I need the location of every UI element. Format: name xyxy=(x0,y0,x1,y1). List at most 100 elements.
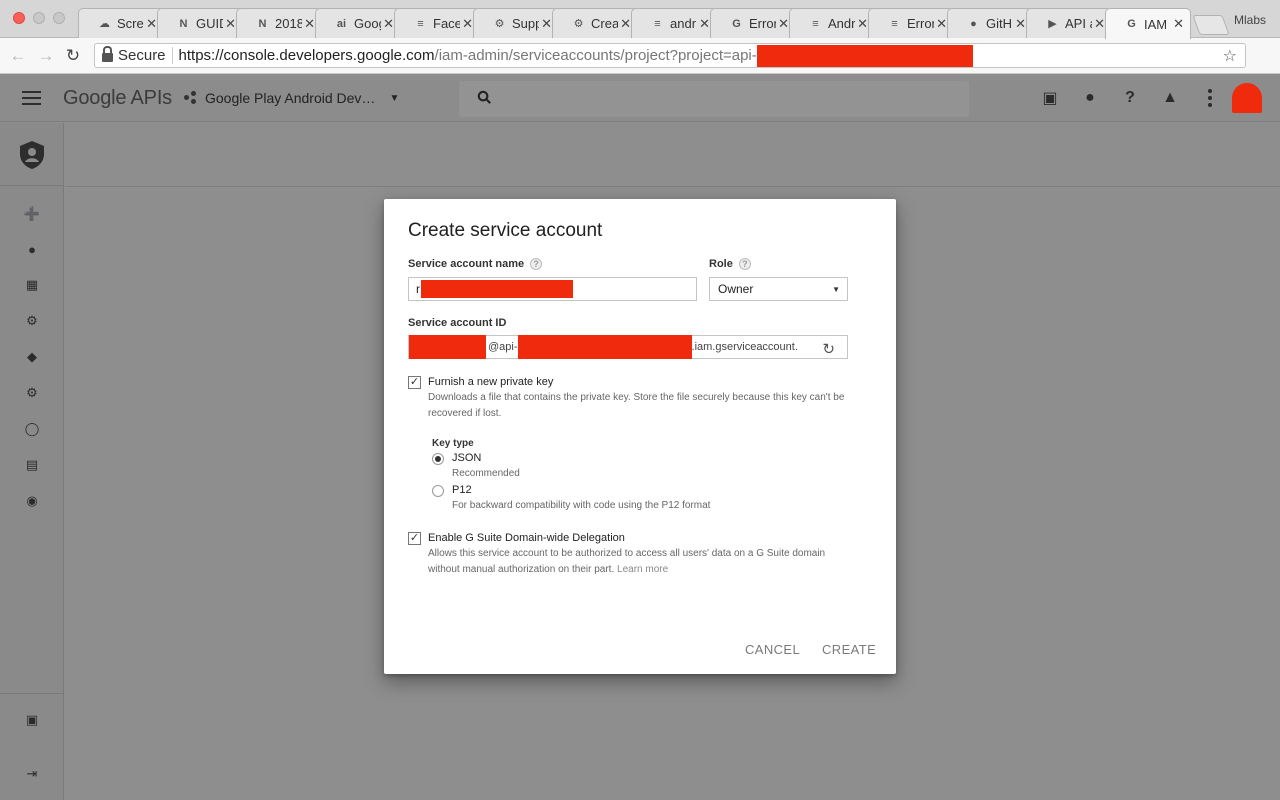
window-minimize-button[interactable] xyxy=(33,12,45,24)
service-account-name-field[interactable]: r xyxy=(408,277,697,301)
groups-icon[interactable]: ◉ xyxy=(22,493,42,509)
folder-settings-icon[interactable]: ▣ xyxy=(22,712,42,728)
create-button[interactable]: CREATE xyxy=(822,642,876,657)
reload-icon[interactable]: ↻ xyxy=(63,46,83,66)
private-key-label[interactable]: Furnish a new private key xyxy=(428,376,553,388)
browser-tab[interactable]: ☁ Scre ✕ xyxy=(78,8,164,38)
avatar[interactable] xyxy=(1232,83,1262,113)
browser-tab[interactable]: ≡ Face ✕ xyxy=(394,8,480,38)
p12-option-label[interactable]: P12 xyxy=(452,484,472,496)
private-key-description: Downloads a file that contains the priva… xyxy=(428,392,845,419)
tab-title: Error xyxy=(907,16,935,31)
ai-icon: ai xyxy=(336,17,347,30)
service-account-key-icon[interactable]: ⚙ xyxy=(22,313,42,329)
document-icon[interactable]: ▦ xyxy=(22,277,42,293)
security-shield-icon[interactable]: ◯ xyxy=(22,421,42,437)
add-person-icon[interactable]: ➕ xyxy=(22,206,42,222)
help-circle-icon[interactable]: ? xyxy=(738,258,751,270)
app-header: Google APIs Google Play Android Dev… ▼ ▣… xyxy=(0,75,1280,122)
secure-label: Secure xyxy=(118,47,166,64)
help-circle-icon[interactable]: ? xyxy=(530,258,543,270)
android-icon: ⚙ xyxy=(573,18,584,30)
browser-tab[interactable]: ≡ Andr ✕ xyxy=(789,8,875,38)
gift-icon[interactable]: ▣ xyxy=(1040,88,1060,108)
profile-name[interactable]: Mlabs xyxy=(1234,13,1266,27)
browser-tab[interactable]: ⚙ Supp ✕ xyxy=(473,8,559,38)
close-tab-icon[interactable]: ✕ xyxy=(1015,16,1026,32)
json-option-hint: Recommended xyxy=(452,468,520,479)
browser-tab[interactable]: ⚙ Crea ✕ xyxy=(552,8,638,38)
google-icon: G xyxy=(732,17,741,30)
notion-icon: N xyxy=(179,17,188,30)
tab-title: Scre xyxy=(117,16,144,31)
google-apis-logo[interactable]: Google APIs xyxy=(63,87,172,110)
close-tab-icon[interactable]: ✕ xyxy=(1094,16,1105,32)
label-tag-icon[interactable]: ◆ xyxy=(22,349,42,365)
play-icon: ▶ xyxy=(1048,18,1057,30)
feedback-icon[interactable]: ● xyxy=(1080,88,1100,108)
android-icon: ⚙ xyxy=(494,18,505,30)
close-tab-icon[interactable]: ✕ xyxy=(620,16,631,32)
learn-more-link[interactable]: Learn more xyxy=(617,564,668,575)
close-tab-icon[interactable]: ✕ xyxy=(383,16,394,32)
browser-tab[interactable]: N GUID✕ xyxy=(157,8,243,38)
close-tab-icon[interactable]: ✕ xyxy=(857,16,868,32)
delegation-checkbox[interactable]: ✓ xyxy=(408,532,421,545)
browser-tab[interactable]: N 2018 ✕ xyxy=(236,8,322,38)
browser-tab[interactable]: G IAM ✕ xyxy=(1105,8,1191,39)
url-host: https://console.developers.google.com xyxy=(178,47,435,64)
id-redaction-1 xyxy=(409,335,486,359)
tab-title: Supp xyxy=(512,16,540,31)
delegation-label[interactable]: Enable G Suite Domain-wide Delegation xyxy=(428,532,625,544)
json-radio[interactable] xyxy=(432,453,444,465)
service-account-id-label: Service account ID xyxy=(408,317,507,329)
close-tab-icon[interactable]: ✕ xyxy=(778,16,789,32)
p12-radio[interactable] xyxy=(432,485,444,497)
browser-tab[interactable]: G Error ✕ xyxy=(710,8,796,38)
refresh-icon[interactable]: ↻ xyxy=(822,340,835,358)
expand-rail-icon[interactable]: ⇥ xyxy=(22,766,42,782)
tab-title: Andr xyxy=(828,16,856,31)
window-zoom-button[interactable] xyxy=(53,12,65,24)
bookmark-star-icon[interactable]: ☆ xyxy=(1223,46,1237,66)
rail-header xyxy=(0,123,64,186)
close-tab-icon[interactable]: ✕ xyxy=(304,16,315,32)
project-dots-icon xyxy=(184,91,198,105)
browser-tab[interactable]: ≡ Error ✕ xyxy=(868,8,954,38)
close-tab-icon[interactable]: ✕ xyxy=(146,16,157,32)
settings-gear-icon[interactable]: ⚙ xyxy=(22,385,42,401)
close-tab-icon[interactable]: ✕ xyxy=(541,16,552,32)
account-circle-icon[interactable]: ● xyxy=(22,241,42,257)
browser-tab[interactable]: ai Goog✕ xyxy=(315,8,401,38)
close-tab-icon[interactable]: ✕ xyxy=(699,16,710,32)
back-arrow-icon[interactable]: ← xyxy=(8,46,28,66)
json-option-label[interactable]: JSON xyxy=(452,452,481,464)
browser-tab[interactable]: ● GitH ✕ xyxy=(947,8,1033,38)
role-select[interactable]: Owner ▼ xyxy=(709,277,848,301)
service-account-name-label: Service account name ? xyxy=(408,258,543,270)
window-close-button[interactable] xyxy=(13,12,25,24)
close-tab-icon[interactable]: ✕ xyxy=(462,16,473,32)
name-value: r xyxy=(416,282,420,296)
dialog-title: Create service account xyxy=(408,220,603,241)
browser-tab[interactable]: ▶ API a✕ xyxy=(1026,8,1112,38)
cancel-button[interactable]: CANCEL xyxy=(745,642,800,657)
delegation-description: Allows this service account to be author… xyxy=(428,546,838,578)
browser-tab[interactable]: ≡ andr ✕ xyxy=(631,8,717,38)
search-input[interactable] xyxy=(459,81,969,117)
menu-icon[interactable] xyxy=(22,91,41,105)
close-tab-icon[interactable]: ✕ xyxy=(1173,16,1184,32)
new-tab-button[interactable] xyxy=(1192,15,1230,35)
help-icon[interactable]: ? xyxy=(1120,88,1140,108)
address-bar[interactable]: Secure https://console.developers.google… xyxy=(94,43,1246,68)
service-account-id-field[interactable]: @api- .iam.gserviceaccount. ↻ xyxy=(408,335,848,359)
private-key-checkbox[interactable]: ✓ xyxy=(408,376,421,389)
close-tab-icon[interactable]: ✕ xyxy=(936,16,947,32)
project-selector[interactable]: Google Play Android Dev… ▼ xyxy=(184,90,399,106)
name-redaction xyxy=(421,280,573,298)
forward-arrow-icon[interactable]: → xyxy=(36,46,56,66)
notifications-bell-icon[interactable]: ▲ xyxy=(1160,88,1180,108)
close-tab-icon[interactable]: ✕ xyxy=(225,16,236,32)
audit-list-icon[interactable]: ▤ xyxy=(22,457,42,473)
more-options-icon[interactable] xyxy=(1207,89,1212,107)
